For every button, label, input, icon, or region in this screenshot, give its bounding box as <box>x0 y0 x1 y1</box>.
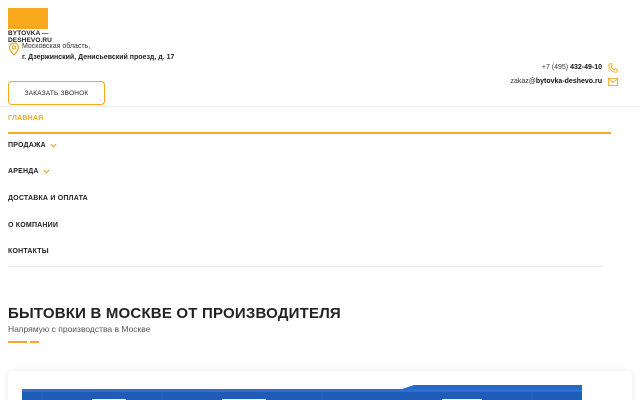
nav-item-label: КОНТАКТЫ <box>8 248 49 255</box>
email-link[interactable]: zakaz@bytovka-deshevo.ru <box>510 78 602 85</box>
phone-prefix: +7 (495) <box>541 64 571 71</box>
page-title: БЫТОВКИ В МОСКВЕ ОТ ПРОИЗВОДИТЕЛЯ <box>8 305 341 322</box>
phone-icon <box>608 63 618 73</box>
nav-item-about[interactable]: О КОМПАНИИ <box>8 222 58 229</box>
location-pin-icon <box>8 42 20 56</box>
logo[interactable] <box>8 8 48 29</box>
address-street: г. Дзержинский, Денисьевский проезд, д. … <box>22 54 175 61</box>
logo-line1: BYTOVKA — <box>8 30 49 37</box>
nav-item-label: ГЛАВНАЯ <box>8 115 44 122</box>
phone-number: 432-49-10 <box>570 64 602 71</box>
nav-item-home[interactable]: ГЛАВНАЯ <box>8 115 43 122</box>
chevron-down-icon[interactable] <box>43 169 50 174</box>
nav-item-delivery[interactable]: ДОСТАВКА И ОПЛАТА <box>8 195 88 202</box>
phone-link[interactable]: +7 (495) 432-49-10 <box>542 64 602 71</box>
nav-item-contacts[interactable]: КОНТАКТЫ <box>8 248 49 255</box>
nav-item-label: ДОСТАВКА И ОПЛАТА <box>8 195 88 202</box>
nav-active-underline <box>8 132 611 134</box>
address-region: Московская область, <box>22 43 91 50</box>
nav-item-label: АРЕНДА <box>8 168 39 175</box>
nav-item-label: ПРОДАЖА <box>8 142 46 149</box>
mail-icon <box>608 78 618 86</box>
title-accent-bar <box>30 341 39 343</box>
nav-item-rent[interactable]: АРЕНДА <box>8 168 50 175</box>
nav-item-label: О КОМПАНИИ <box>8 222 59 229</box>
header-divider <box>0 106 640 107</box>
cabin-image <box>22 385 582 400</box>
nav-item-sale[interactable]: ПРОДАЖА <box>8 142 57 149</box>
order-call-button[interactable]: ЗАКАЗАТЬ ЗВОНОК <box>8 81 105 105</box>
page-subtitle: Напрямую с производства в Москве <box>8 324 151 334</box>
product-card[interactable] <box>8 371 632 400</box>
nav-divider <box>8 266 603 267</box>
email-domain: bytovka-deshevo.ru <box>535 78 602 85</box>
email-user: zakaz@ <box>510 78 536 85</box>
title-accent-bar <box>8 341 27 343</box>
chevron-down-icon[interactable] <box>50 143 57 148</box>
